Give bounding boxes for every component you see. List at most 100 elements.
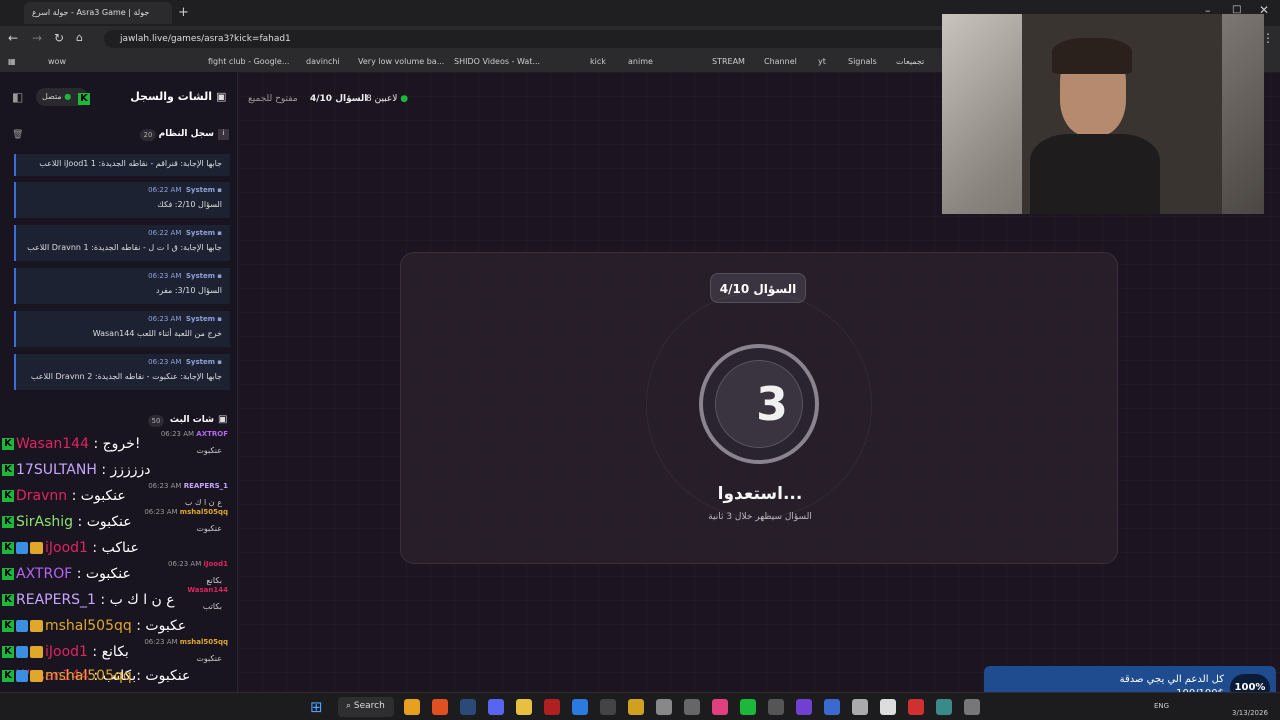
discord-icon[interactable] [488, 699, 504, 715]
vip-badge-icon [16, 542, 28, 554]
app-icon[interactable] [600, 699, 616, 715]
chrome-icon[interactable] [404, 699, 420, 715]
chat-username[interactable]: mshal505qq [45, 618, 132, 634]
chat-time: 06:23 AM [160, 430, 195, 438]
chat-username[interactable]: iJood1 [45, 644, 88, 660]
taskbar-search[interactable]: ⌕ Search [338, 697, 394, 717]
system-log-header: 06:23 AM System ▪ [148, 315, 222, 323]
chat-meta: 06:23 AM REAPERS_1 [148, 482, 228, 490]
bookmark-item[interactable]: SHIDO Videos - Wat... [454, 57, 540, 66]
forward-icon[interactable]: → [32, 31, 42, 45]
chat-message: K Wasan144 : خروج! 06:23 AM AXTROF عنكبوت [2, 430, 236, 460]
chat-meta-user: mshal505qq [179, 638, 228, 646]
chat-count-badge: 50 [148, 415, 164, 427]
app-icon[interactable] [684, 699, 700, 715]
app-icon[interactable] [796, 699, 812, 715]
kick-badge-icon: K [2, 490, 14, 502]
chat-username[interactable]: REAPERS_1 [16, 592, 96, 608]
chat-message: KiJood1 : بكانع 06:23 AM mshal505qq عنكبوت [2, 638, 236, 668]
folder-icon[interactable] [516, 699, 532, 715]
kick-badge-icon: K [2, 670, 14, 682]
person-hair [1052, 38, 1132, 74]
app-icon[interactable] [880, 699, 896, 715]
bookmark-item[interactable]: Signals [848, 57, 877, 66]
bookmark-item[interactable]: Very low volume ba... [358, 57, 444, 66]
bookmark-item[interactable]: تجميعات [896, 57, 924, 66]
system-log-header: 06:22 AM System ▪ [148, 229, 222, 237]
live-chat-title: شات البث [169, 415, 214, 425]
chat-meta-user: iJood1 [203, 560, 228, 568]
app-icon[interactable] [740, 699, 756, 715]
chat-meta-text: عنكبوت [196, 524, 222, 533]
chat-text: عنكبوت [85, 566, 131, 582]
system-log-text: السؤال 2/10: فكك [157, 200, 222, 209]
app-icon[interactable] [544, 699, 560, 715]
browser-tab[interactable]: جولة اسرع - Asra3 Game | جولة [24, 2, 172, 24]
ready-heading: استعدوا... [717, 484, 803, 504]
bookmark-item[interactable]: Channel [764, 57, 797, 66]
url-field[interactable]: jawlah.live/games/asra3?kick=fahad1 [104, 30, 984, 48]
chat-username[interactable]: iJood1 [45, 540, 88, 556]
bookmark-item[interactable]: fight club - Google... [208, 57, 289, 66]
bookmark-item[interactable]: STREAM [712, 57, 745, 66]
apps-icon[interactable]: ▦ [8, 57, 16, 66]
bookmark-item[interactable]: davinchi [306, 57, 340, 66]
chat-username[interactable]: Wasan144 [16, 436, 89, 452]
chat-username[interactable]: SirAshig [16, 514, 73, 530]
chat-text: دززززز [110, 462, 151, 478]
app-icon[interactable] [824, 699, 840, 715]
tab-title: جولة اسرع - Asra3 Game | جولة [32, 8, 150, 17]
language-indicator[interactable]: ENG [1154, 702, 1169, 710]
chat-username[interactable]: mshal505qq [45, 668, 132, 684]
app-icon[interactable] [572, 699, 588, 715]
chat-username[interactable]: AXTROF [16, 566, 72, 582]
home-icon[interactable]: ⌂ [76, 31, 83, 44]
bookmark-item[interactable]: yt [818, 57, 826, 66]
chat-icon: ▣ [216, 90, 227, 103]
chat-meta-user: mshal505qq [179, 508, 228, 516]
app-icon[interactable] [656, 699, 672, 715]
log-count-badge: 20 [140, 129, 156, 141]
chat-sidebar: ◧ متصل ● K الشات والسجل ▣ 🗑 20 سجل النظا… [0, 72, 238, 692]
app-icon[interactable] [768, 699, 784, 715]
chat-time: 06:23 AM [144, 508, 178, 516]
kick-badge-icon: K [2, 620, 14, 632]
countdown-subtitle: السؤال سيظهر خلال 3 ثانية [708, 512, 812, 522]
app-icon[interactable] [628, 699, 644, 715]
app-icon[interactable] [908, 699, 924, 715]
vip-badge-icon [16, 670, 28, 682]
app-icon[interactable] [964, 699, 980, 715]
back-icon[interactable]: ← [8, 31, 18, 45]
system-log-header: 06:23 AM System ▪ [148, 272, 222, 280]
chat-username[interactable]: Dravnn [16, 488, 67, 504]
chat-meta: Wasan144 [187, 586, 228, 594]
system-log-header: 06:22 AM System ▪ [148, 186, 222, 194]
trash-icon[interactable]: 🗑 [12, 130, 23, 140]
kick-badge-icon: K [2, 568, 14, 580]
chat-meta: 06:23 AM iJood1 [168, 560, 228, 568]
bookmark-item[interactable]: wow [48, 57, 66, 66]
webcam-overlay [942, 14, 1264, 214]
bookmark-item[interactable]: kick [590, 57, 606, 66]
chat-message: K SirAshig : عنكبوت 06:23 AM mshal505qq عنك… [2, 508, 236, 538]
bookmark-item[interactable]: anime [628, 57, 653, 66]
reload-icon[interactable]: ↻ [54, 31, 64, 45]
collapse-sidebar-icon[interactable]: ◧ [12, 90, 23, 104]
windows-start-icon[interactable]: ⊞ [310, 698, 323, 716]
vip-badge-icon [16, 620, 28, 632]
chat-username[interactable]: 17SULTANH [16, 462, 97, 478]
chat-bubble-icon: ▣ [218, 414, 228, 425]
chat-meta-text: عنكبوت [196, 654, 222, 663]
app-icon[interactable] [712, 699, 728, 715]
question-progress-label: السؤال 4/10 [310, 94, 368, 104]
chat-text: عكبوت [145, 618, 187, 634]
app-icon[interactable] [852, 699, 868, 715]
crown-icon [30, 542, 43, 554]
app-icon[interactable] [936, 699, 952, 715]
url-text: jawlah.live/games/asra3?kick=fahad1 [120, 34, 291, 44]
brave-icon[interactable] [432, 699, 448, 715]
new-tab-icon[interactable]: + [178, 5, 189, 20]
sidebar-title: الشات والسجل [130, 90, 212, 103]
steam-icon[interactable] [460, 699, 476, 715]
players-count-label: 8 لاعبين ● [366, 94, 409, 104]
